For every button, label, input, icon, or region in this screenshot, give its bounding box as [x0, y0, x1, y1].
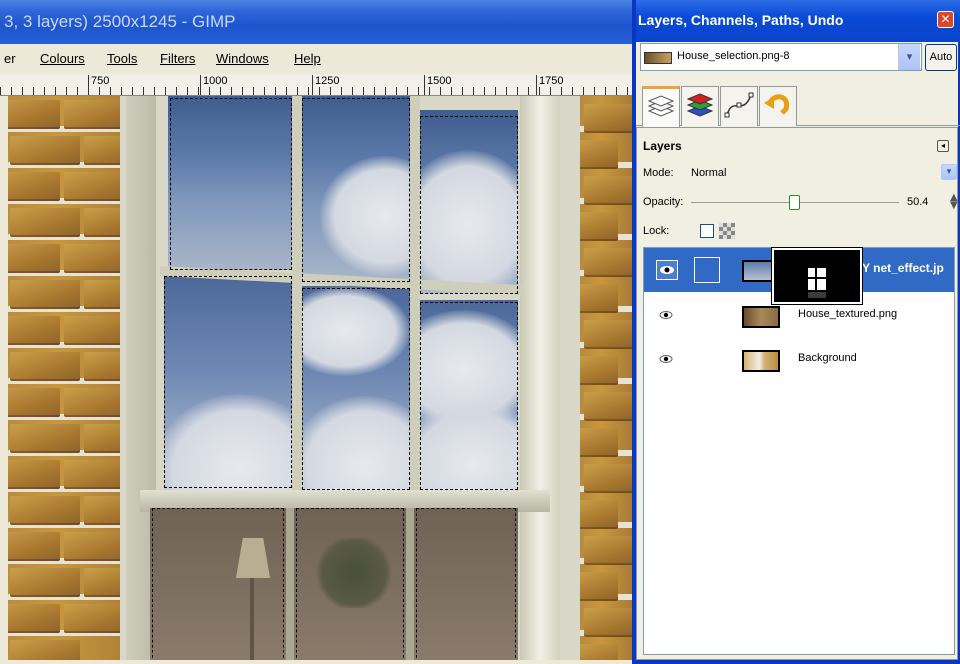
image-window-titlebar[interactable]: 3, 3 layers) 2500x1245 - GIMP [0, 0, 632, 44]
layers-icon [647, 95, 675, 117]
selection-outline [420, 116, 518, 294]
lock-pixels-icon[interactable] [719, 223, 735, 239]
opacity-slider-handle[interactable] [789, 195, 800, 210]
lock-label: Lock: [643, 225, 670, 237]
panel-menu-icon[interactable]: ◂ [937, 140, 949, 152]
close-icon[interactable]: ✕ [937, 11, 954, 28]
ruler-ticks [0, 87, 632, 95]
ruler-label: 750 [91, 75, 110, 87]
brick-wall-right [574, 96, 632, 660]
image-window: 3, 3 layers) 2500x1245 - GIMP er Colours… [0, 0, 632, 664]
undo-icon [764, 94, 790, 115]
layer-name[interactable]: Background [798, 352, 857, 364]
selection-outline [170, 98, 292, 270]
chain-link-toggle[interactable] [694, 257, 720, 283]
layer-name[interactable]: Y net_effect.jp [862, 261, 944, 275]
opacity-spin-icon[interactable]: ▲ ▼ [950, 193, 958, 211]
selection-outline [420, 302, 518, 490]
selection-outline [164, 276, 292, 488]
paths-icon [724, 92, 754, 118]
layer-thumbnail [742, 350, 780, 372]
menubar: er Colours Tools Filters Windows Help [0, 44, 632, 74]
tab-paths[interactable] [720, 86, 758, 126]
opacity-label: Opacity: [643, 196, 684, 208]
dock-title: Layers, Channels, Paths, Undo [638, 12, 844, 28]
menu-item-tools[interactable]: Tools [107, 51, 137, 66]
menu-item-windows[interactable]: Windows [216, 51, 269, 66]
image-canvas[interactable] [0, 96, 632, 660]
visibility-eye-icon[interactable] [656, 306, 678, 326]
brick-wall-left [0, 96, 140, 660]
layers-panel: Layers ◂ Mode: Normal ▾ Opacity: 50.4 ▲ ▼… [636, 127, 958, 660]
selection-outline [296, 508, 404, 660]
tab-undo[interactable] [759, 86, 797, 126]
panel-title: Layers [643, 139, 682, 153]
image-window-title: 3, 3 layers) 2500x1245 - GIMP [4, 12, 236, 31]
tab-layers[interactable] [642, 86, 680, 127]
ruler-label: 1250 [315, 75, 340, 87]
mode-select[interactable]: Normal [691, 167, 726, 179]
layer-thumbnail [742, 306, 780, 328]
image-selector[interactable]: House_selection.png-8 [640, 43, 922, 71]
layer-list: Y net_effect.jp House_textured.png Backg… [643, 247, 955, 655]
layer-row-background[interactable]: Background [644, 338, 954, 382]
dock-titlebar[interactable]: Layers, Channels, Paths, Undo [636, 0, 960, 42]
selection-outline [302, 98, 410, 282]
ruler-label: 1750 [539, 75, 564, 87]
layers-dock-window: Layers, Channels, Paths, Undo ✕ House_se… [632, 0, 960, 664]
selection-outline [152, 508, 284, 660]
image-thumbnail [644, 52, 672, 64]
selection-outline [416, 508, 516, 660]
menu-item-partial[interactable]: er [4, 51, 16, 66]
layer-name[interactable]: House_textured.png [798, 308, 897, 320]
opacity-value[interactable]: 50.4 [907, 196, 928, 208]
menu-item-help[interactable]: Help [294, 51, 321, 66]
chevron-down-icon[interactable]: ▾ [941, 164, 957, 180]
channels-icon [686, 93, 714, 117]
horizontal-ruler[interactable]: 750 1000 1250 1500 1750 [0, 74, 632, 96]
dock-tabs [636, 86, 960, 127]
layer-mask-preview [771, 247, 863, 305]
auto-button[interactable]: Auto [925, 44, 957, 71]
ruler-label: 1500 [427, 75, 452, 87]
menu-item-filters[interactable]: Filters [160, 51, 195, 66]
selection-outline [302, 288, 410, 490]
lock-alpha-checkbox[interactable] [700, 224, 714, 238]
image-selector-value: House_selection.png-8 [677, 50, 790, 62]
menu-item-colours[interactable]: Colours [40, 51, 85, 66]
tab-channels[interactable] [681, 86, 719, 126]
visibility-eye-icon[interactable] [656, 260, 678, 280]
mode-label: Mode: [643, 167, 674, 179]
chevron-down-icon[interactable]: ▾ [898, 44, 920, 70]
ruler-label: 1000 [203, 75, 228, 87]
visibility-eye-icon[interactable] [656, 350, 678, 370]
